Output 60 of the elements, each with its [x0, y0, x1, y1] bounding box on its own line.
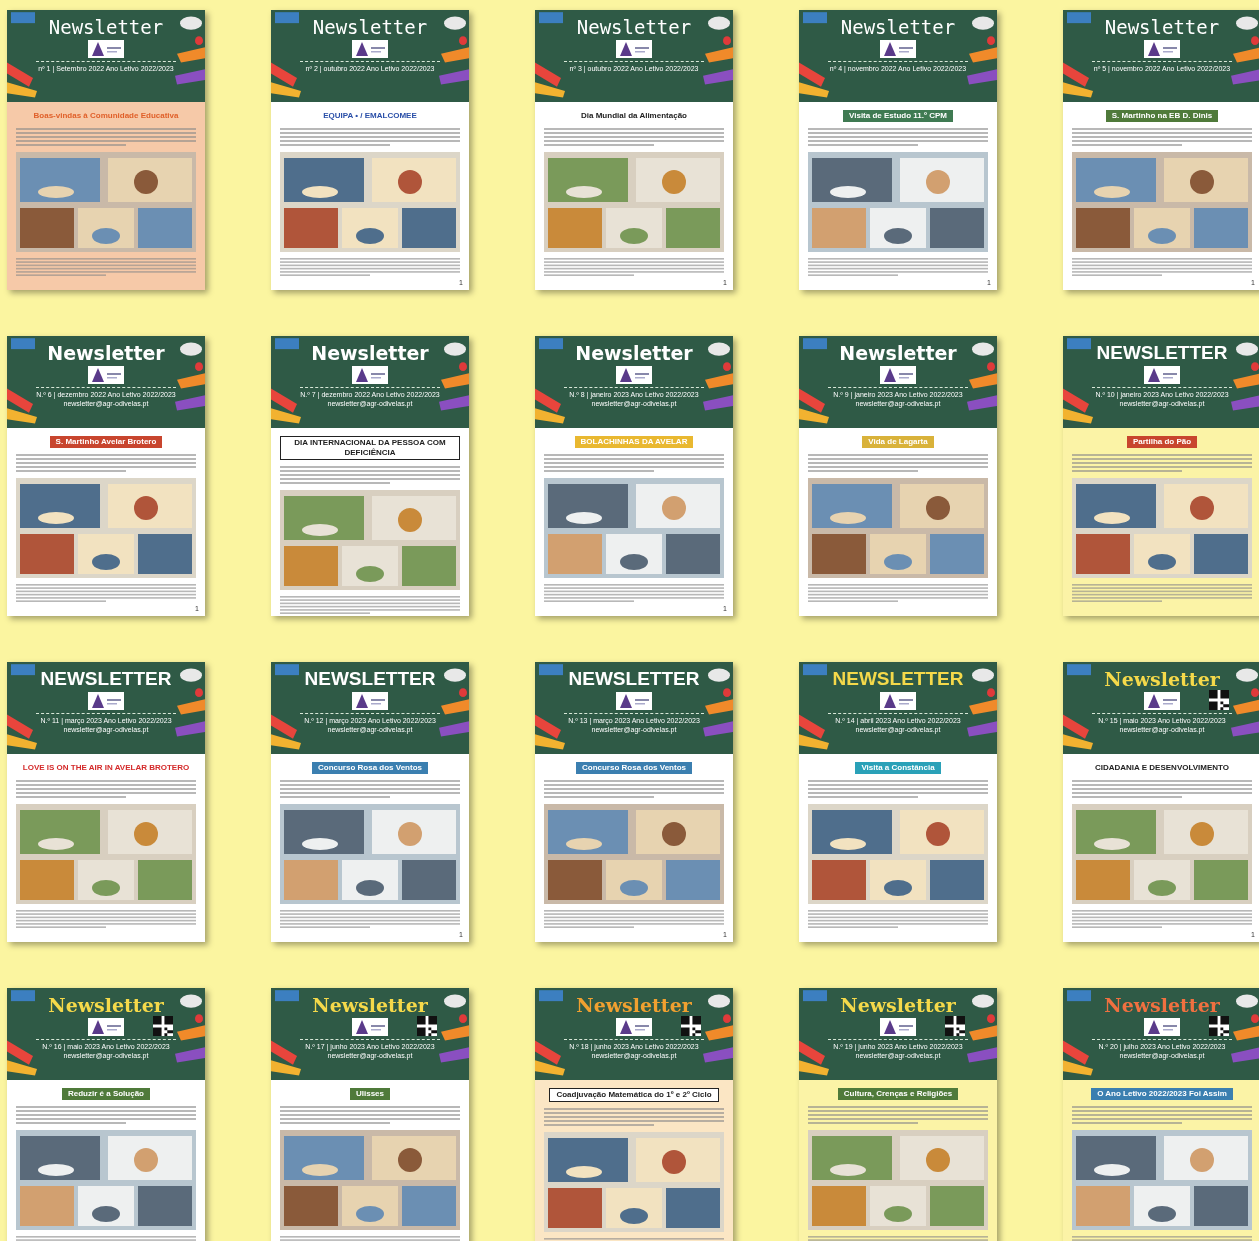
article-headline: BOLACHINHAS DA AVELAR — [574, 436, 694, 448]
newsletter-title: Newsletter — [840, 16, 956, 38]
school-logo-icon — [88, 692, 124, 710]
article-headline: Vida de Lagarta — [862, 436, 934, 448]
newsletter-title: Newsletter — [575, 342, 693, 364]
newsletter-title: Newsletter — [48, 994, 164, 1016]
article-headline: Concurso Rosa dos Ventos — [312, 762, 428, 774]
article-headline: DIA INTERNACIONAL DA PESSOA COM DEFICIÊNCIA — [280, 436, 460, 460]
article-headline: S. Martinho Avelar Brotero — [49, 436, 163, 448]
newsletter-title: NEWSLETTER — [832, 668, 964, 690]
article-headline: EQUIPA • / EMALCOMEE — [322, 110, 418, 122]
article-headline: Visita de Estudo 11.º CPM — [843, 110, 953, 122]
school-logo-icon — [880, 1018, 916, 1036]
newsletter-title: Newsletter — [576, 994, 692, 1016]
school-logo-icon — [88, 1018, 124, 1036]
school-logo-icon — [88, 366, 124, 384]
school-logo-icon — [352, 1018, 388, 1036]
article-headline: LOVE IS ON THE AIR IN AVELAR BROTERO — [21, 762, 191, 774]
school-logo-icon — [352, 366, 388, 384]
article-headline: Ulisses — [350, 1088, 390, 1100]
school-logo-icon — [880, 692, 916, 710]
article-headline: Reduzir é a Solução — [62, 1088, 150, 1100]
article-headline: Coadjuvação Matemática do 1º e 2º Ciclo — [549, 1088, 719, 1102]
school-logo-icon — [352, 40, 388, 58]
newsletter-title: Newsletter — [312, 994, 428, 1016]
school-logo-icon — [616, 1018, 652, 1036]
newsletter-title: Newsletter — [839, 342, 957, 364]
school-logo-icon — [88, 40, 124, 58]
newsletter-title: Newsletter — [840, 994, 956, 1016]
newsletter-title: Newsletter — [1104, 16, 1220, 38]
school-logo-icon — [880, 366, 916, 384]
newsletter-title: NEWSLETTER — [1096, 342, 1228, 364]
article-headline: Dia Mundial da Alimentação — [580, 110, 688, 122]
article-headline: Cultura, Crenças e Religiões — [837, 1088, 959, 1100]
newsletter-title: Newsletter — [47, 342, 165, 364]
article-headline: CIDADANIA E DESENVOLVIMENTO — [1093, 762, 1231, 774]
school-logo-icon — [352, 692, 388, 710]
article-headline: O Ano Letivo 2022/2023 Foi Assim — [1091, 1088, 1233, 1100]
article-headline: S. Martinho na EB D. Dinis — [1105, 110, 1219, 122]
school-logo-icon — [616, 40, 652, 58]
newsletter-title: Newsletter — [48, 16, 164, 38]
school-logo-icon — [1144, 1018, 1180, 1036]
newsletter-title: Newsletter — [311, 342, 429, 364]
school-logo-icon — [1144, 40, 1180, 58]
newsletter-title: Newsletter — [1104, 668, 1220, 690]
article-headline: Concurso Rosa dos Ventos — [576, 762, 692, 774]
school-logo-icon — [616, 692, 652, 710]
school-logo-icon — [1144, 366, 1180, 384]
school-logo-icon — [880, 40, 916, 58]
newsletter-title: Newsletter — [312, 16, 428, 38]
newsletter-title: NEWSLETTER — [40, 668, 172, 690]
newsletter-title: Newsletter — [576, 16, 692, 38]
newsletter-title: Newsletter — [1104, 994, 1220, 1016]
article-headline: Partilha do Pão — [1126, 436, 1198, 448]
newsletter-title: NEWSLETTER — [304, 668, 436, 690]
school-logo-icon — [616, 366, 652, 384]
article-headline: Visita a Constância — [855, 762, 941, 774]
school-logo-icon — [1144, 692, 1180, 710]
article-headline: Boas-vindas à Comunidade Educativa — [32, 110, 180, 122]
newsletter-title: NEWSLETTER — [568, 668, 700, 690]
